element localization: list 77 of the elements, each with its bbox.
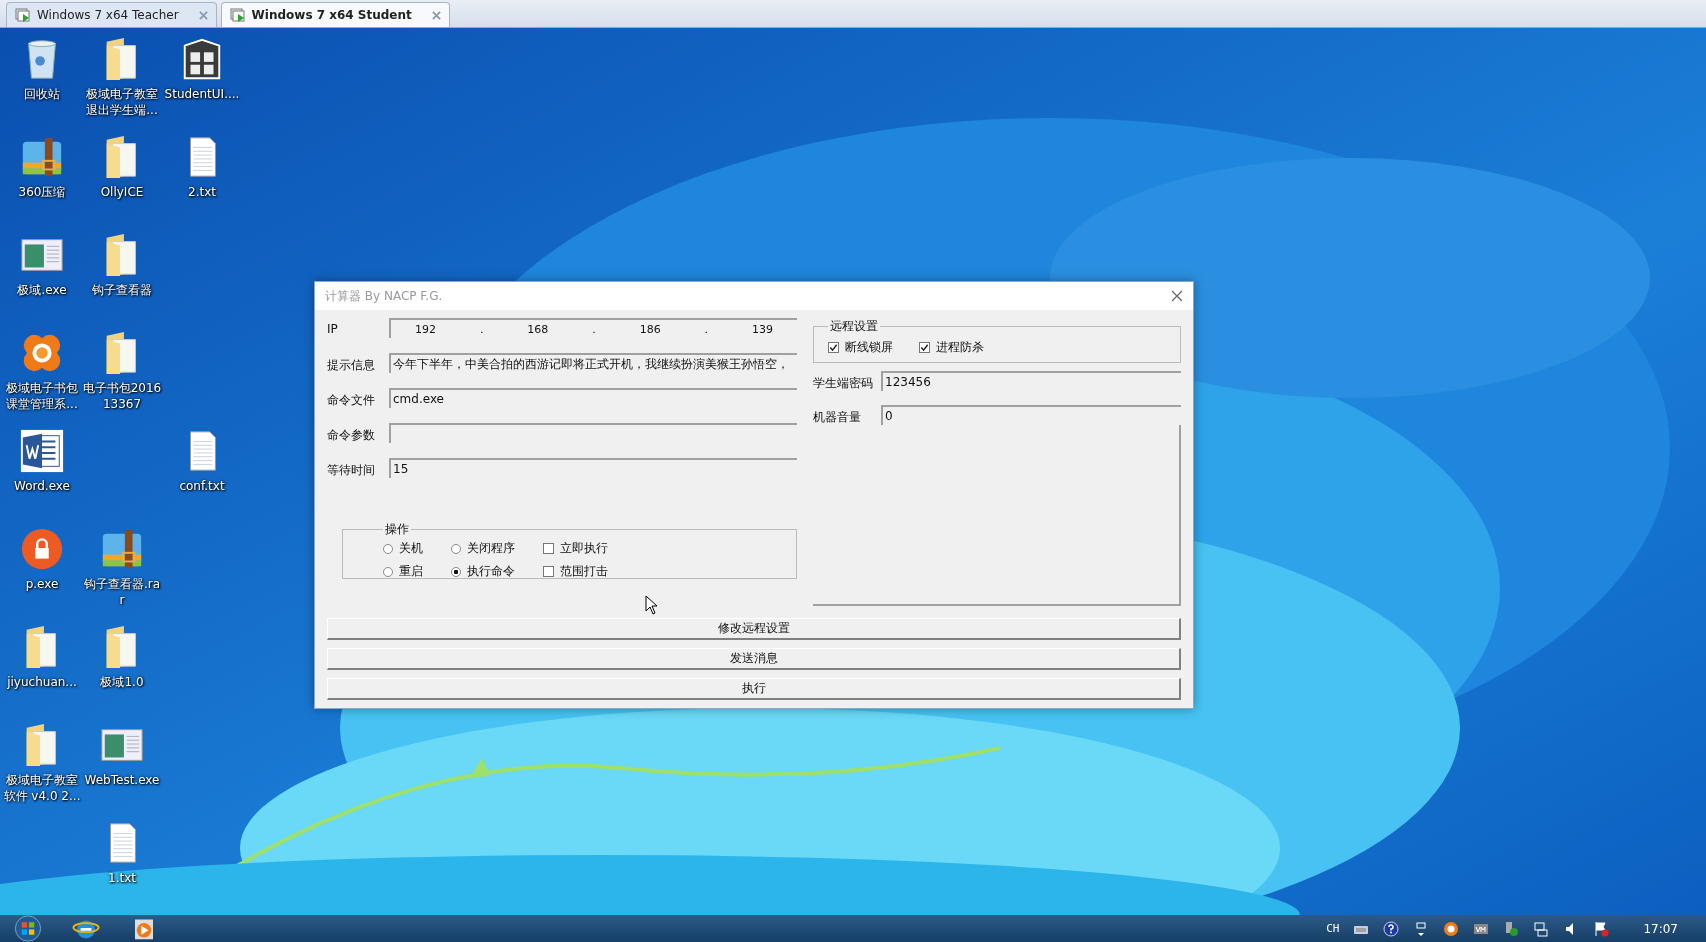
icon-label[interactable]: 极域电子书包课堂管理系...	[2, 380, 82, 412]
icon-label[interactable]: 极域电子教室软件 v4.0 2...	[2, 772, 82, 804]
input-field[interactable]: 0	[881, 405, 1181, 425]
input-field[interactable]: 123456	[881, 371, 1181, 391]
option-label[interactable]: 重启	[399, 563, 423, 580]
icon-label[interactable]: 2.txt	[162, 184, 242, 200]
icon-label[interactable]: 钩子查看器.rar	[82, 576, 162, 608]
group-title: 远程设置	[829, 318, 879, 335]
icon-label[interactable]: 回收站	[2, 86, 82, 102]
document-icon[interactable]	[19, 428, 65, 474]
checkbox[interactable]	[919, 342, 930, 353]
group-title: 操作	[384, 521, 410, 538]
radio-button[interactable]	[451, 543, 461, 554]
ip-octet[interactable]: 168	[527, 322, 549, 336]
field-label: 等待时间	[327, 462, 376, 479]
action-button[interactable]: 发送消息	[327, 648, 1181, 670]
ip-octet[interactable]: 192	[414, 322, 436, 336]
field-label: IP	[327, 321, 339, 336]
icon-label[interactable]: Word.exe	[2, 478, 82, 494]
icon-label[interactable]: WebTest.exe	[82, 772, 162, 788]
icon-label[interactable]: jiyuchuan...	[2, 674, 82, 690]
vm-tab[interactable]: Windows 7 x64 Student	[220, 2, 450, 27]
icon-label[interactable]: conf.txt	[162, 478, 242, 494]
vm-icon	[15, 7, 31, 23]
icon-label[interactable]: 极域.exe	[2, 282, 82, 298]
icon-label[interactable]: 电子书包201613367	[82, 380, 162, 412]
ip-octet[interactable]: 186	[639, 322, 661, 336]
option-label[interactable]: 关机	[399, 540, 423, 557]
flower-icon[interactable]	[1443, 920, 1460, 937]
input-field[interactable]: 15	[389, 458, 797, 478]
field-label: 提示信息	[327, 357, 376, 374]
action-button[interactable]: 执行	[327, 678, 1181, 700]
usb-device-icon[interactable]	[1503, 920, 1520, 937]
input-field[interactable]: 今年下半年，中美合拍的西游记即将正式开机，我继续扮演美猴王孙悟空，	[389, 353, 797, 373]
icon-label[interactable]: 极域1.0	[82, 674, 162, 690]
icon-label[interactable]: 极域电子教室退出学生端...	[82, 86, 162, 118]
option-label[interactable]: 断线锁屏	[845, 339, 893, 356]
close-icon[interactable]	[1171, 290, 1183, 302]
ip-separator: .	[592, 322, 596, 336]
cursor-icon	[645, 595, 657, 615]
clock-time[interactable]: 17:07	[1643, 921, 1678, 936]
option-label[interactable]: 进程防杀	[936, 339, 984, 356]
help-icon[interactable]	[1383, 920, 1400, 937]
vm-tab[interactable]: Windows 7 x64 Teacher	[6, 2, 217, 27]
checkbox[interactable]	[543, 543, 554, 554]
checkbox[interactable]	[543, 566, 554, 577]
radio-button[interactable]	[383, 566, 393, 577]
icon-label[interactable]: 360压缩	[2, 184, 82, 200]
ip-separator: .	[704, 322, 709, 336]
language-indicator[interactable]: CH	[1326, 922, 1340, 935]
close-icon[interactable]	[431, 10, 441, 20]
option-label[interactable]: 立即执行	[560, 540, 608, 557]
option-label[interactable]: 执行命令	[467, 563, 515, 580]
ip-address-field[interactable]: 192 . 168 . 186 . 139	[389, 318, 797, 338]
start-orb-icon[interactable]	[14, 915, 42, 942]
network-icon[interactable]	[1533, 920, 1550, 937]
icon-label[interactable]: 钩子查看器	[82, 282, 162, 298]
icon-label[interactable]: OllyICE	[82, 184, 162, 200]
field-label: 学生端密码	[813, 375, 874, 392]
option-label[interactable]: 关闭程序	[467, 540, 515, 557]
field-label: 命令参数	[327, 427, 376, 444]
field-label: 命令文件	[327, 392, 376, 409]
icon-label[interactable]: StudentUI....	[162, 86, 242, 102]
icon-label[interactable]: p.exe	[2, 576, 82, 592]
option-label[interactable]: 范围打击	[560, 563, 608, 580]
ip-octet[interactable]: 139	[752, 322, 773, 336]
field-label: 机器音量	[813, 409, 862, 426]
radio-button[interactable]	[383, 543, 393, 554]
ip-separator: .	[479, 322, 484, 336]
input-field[interactable]: cmd.exe	[389, 388, 797, 408]
vm-icon	[229, 7, 246, 23]
window-title: 计算器 By NACP F.G.	[325, 287, 443, 305]
radio-button[interactable]	[451, 566, 461, 577]
checkbox[interactable]	[828, 342, 839, 353]
action-button[interactable]: 修改远程设置	[327, 618, 1181, 640]
lock-icon[interactable]	[19, 526, 65, 572]
flag-icon[interactable]	[1593, 920, 1610, 937]
